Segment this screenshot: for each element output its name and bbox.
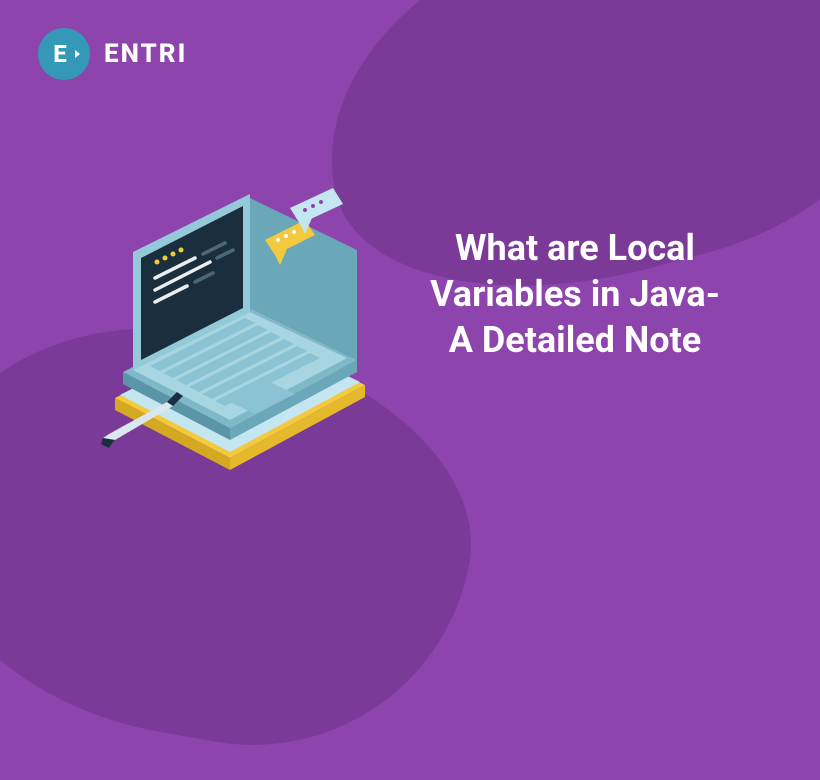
headline: What are Local Variables in Java- A Deta… <box>390 225 760 363</box>
headline-line-3: A Detailed Note <box>390 317 760 363</box>
headline-line-1: What are Local <box>390 225 760 271</box>
headline-line-2: Variables in Java- <box>390 271 760 317</box>
logo-text: ENTRI <box>104 39 187 69</box>
logo-letter: E <box>53 40 66 68</box>
laptop-illustration <box>95 180 375 470</box>
logo-icon: E <box>38 28 90 80</box>
logo-area: E ENTRI <box>38 28 187 80</box>
